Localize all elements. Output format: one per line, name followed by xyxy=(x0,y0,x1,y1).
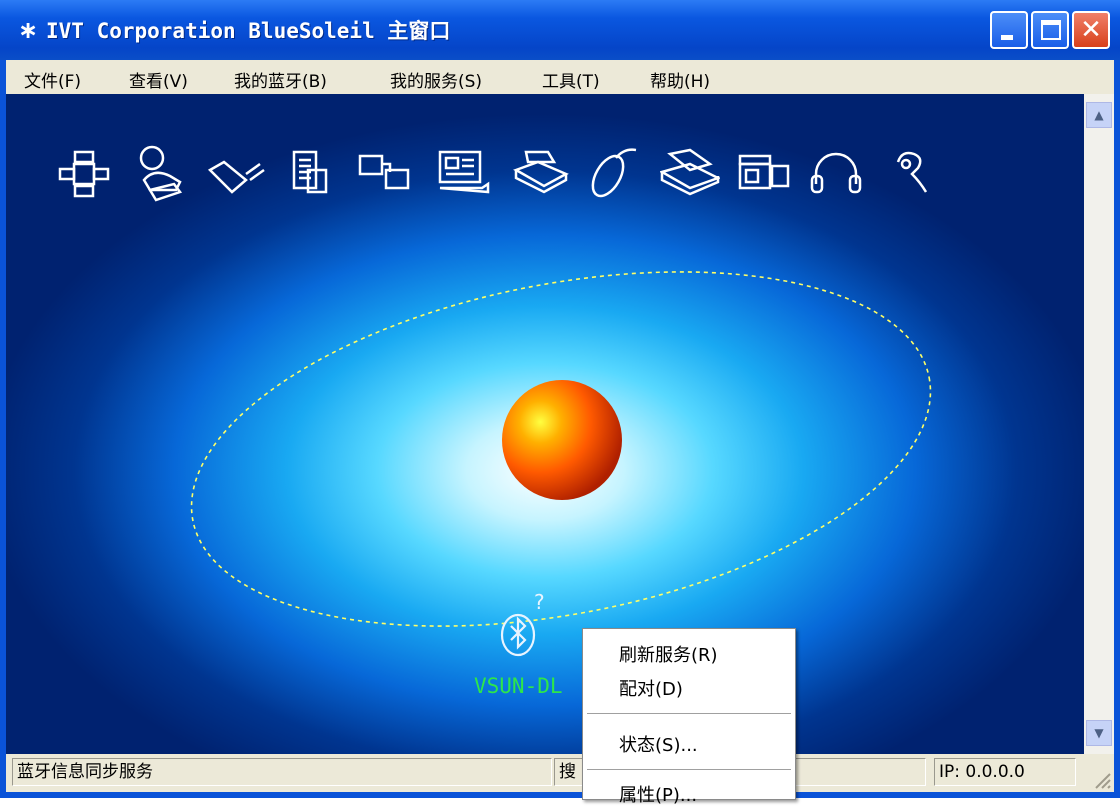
earpiece-icon[interactable] xyxy=(886,144,946,214)
bluetooth-icon: ∗ xyxy=(18,16,39,44)
close-icon: ✕ xyxy=(1080,15,1102,45)
menu-my-services[interactable]: 我的服务(S) xyxy=(390,67,482,92)
menu-item-properties[interactable]: 属性(P)... xyxy=(619,781,697,807)
menu-my-bluetooth[interactable]: 我的蓝牙(B) xyxy=(234,67,327,92)
maximize-button[interactable] xyxy=(1031,11,1069,49)
headset-icon[interactable] xyxy=(808,144,868,214)
menu-file[interactable]: 文件(F) xyxy=(24,67,81,92)
camera-icon[interactable] xyxy=(736,144,796,214)
status-message: 蓝牙信息同步服务 xyxy=(12,758,552,786)
vertical-scrollbar[interactable]: ▲ ▼ xyxy=(1084,94,1114,754)
device-view[interactable]: ? VSUN-DL xyxy=(6,94,1084,754)
mouse-icon[interactable] xyxy=(586,144,646,214)
local-device-sphere[interactable] xyxy=(500,378,624,502)
device-context-menu: 刷新服务(R) 配对(D) 状态(S)... 属性(P)... xyxy=(582,628,796,806)
menu-item-status[interactable]: 状态(S)... xyxy=(619,731,698,757)
status-ip: IP: 0.0.0.0 xyxy=(934,758,1076,786)
menu-item-pair[interactable]: 配对(D) xyxy=(619,675,683,701)
device-name-label: VSUN-DL xyxy=(474,674,563,698)
menu-separator xyxy=(587,713,791,714)
svg-text:?: ? xyxy=(534,590,545,614)
menu-separator xyxy=(587,769,791,770)
dialup-networking-icon[interactable] xyxy=(130,144,190,214)
close-button[interactable]: ✕ xyxy=(1072,11,1110,49)
scroll-down-button[interactable]: ▼ xyxy=(1086,720,1112,746)
minimize-button[interactable] xyxy=(990,11,1028,49)
network-access-icon[interactable] xyxy=(56,144,116,214)
menu-tools[interactable]: 工具(T) xyxy=(542,67,600,92)
title-bar[interactable]: ∗ IVT Corporation BlueSoleil 主窗口 ✕ xyxy=(0,0,1120,60)
file-transfer-icon[interactable] xyxy=(356,144,416,214)
serial-port-icon[interactable] xyxy=(206,144,266,214)
service-icon-row xyxy=(56,144,956,224)
menu-item-refresh-services[interactable]: 刷新服务(R) xyxy=(619,641,718,667)
personal-area-network-icon[interactable] xyxy=(436,144,496,214)
main-window: ∗ IVT Corporation BlueSoleil 主窗口 ✕ 文件(F)… xyxy=(0,0,1120,806)
window-title: IVT Corporation BlueSoleil 主窗口 xyxy=(46,19,451,43)
menu-view[interactable]: 查看(V) xyxy=(129,67,188,92)
object-push-icon[interactable] xyxy=(282,144,342,214)
maximize-icon xyxy=(1041,20,1061,40)
menu-bar: 文件(F) 查看(V) 我的蓝牙(B) 我的服务(S) 工具(T) 帮助(H) xyxy=(6,60,1114,94)
minimize-icon xyxy=(1001,35,1013,40)
menu-help[interactable]: 帮助(H) xyxy=(650,67,710,92)
resize-grip-icon[interactable] xyxy=(1090,768,1112,790)
status-bar: 蓝牙信息同步服务 搜 IP: 0.0.0.0 xyxy=(6,754,1114,792)
fax-icon[interactable] xyxy=(660,144,720,214)
scroll-up-button[interactable]: ▲ xyxy=(1086,102,1112,128)
bluetooth-device-unknown-icon[interactable]: ? xyxy=(494,589,554,659)
printer-icon[interactable] xyxy=(512,144,572,214)
